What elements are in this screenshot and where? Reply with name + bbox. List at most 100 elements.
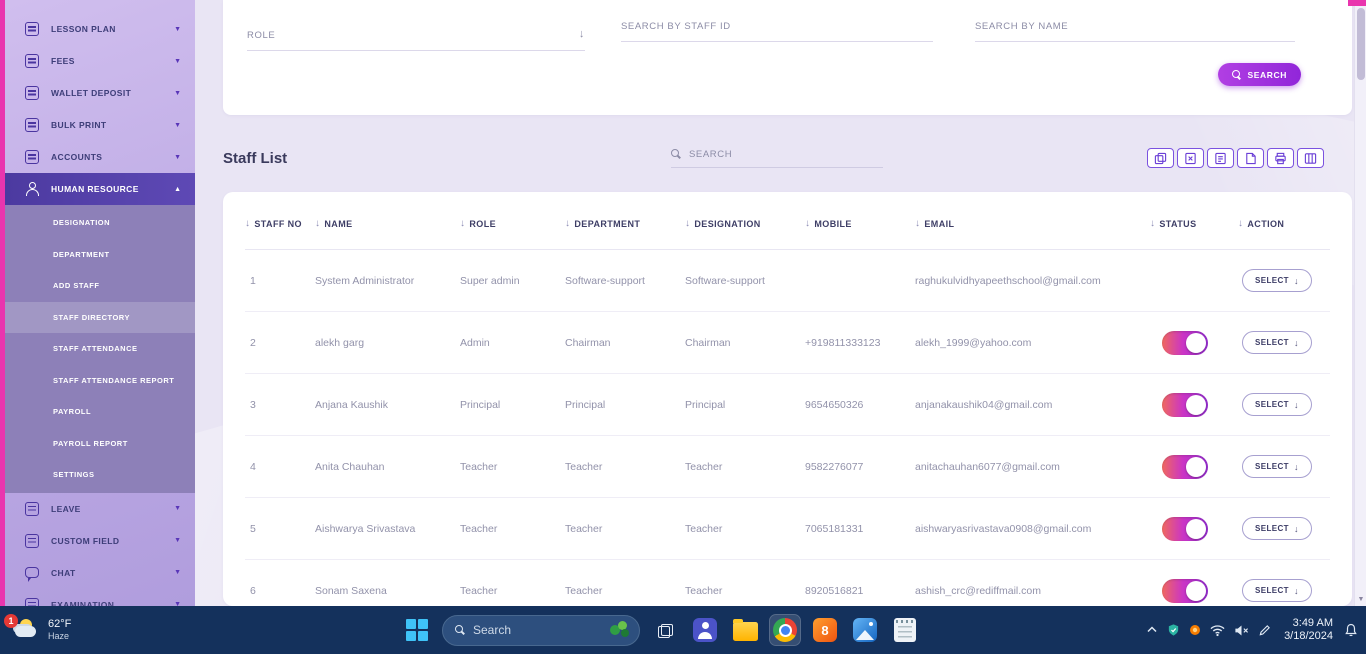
orange-tray-app-icon[interactable] bbox=[1189, 624, 1201, 636]
sidebar-item-bulk-print[interactable]: BULK PRINT▼ bbox=[5, 109, 195, 141]
column-header-department[interactable]: ↓DEPARTMENT bbox=[565, 218, 685, 229]
column-header-email[interactable]: ↓EMAIL bbox=[915, 218, 1150, 229]
sort-arrow-icon: ↓ bbox=[565, 218, 570, 229]
sidebar-subitem-staff-attendance-report[interactable]: STAFF ATTENDANCE REPORT bbox=[5, 365, 195, 397]
notepad-icon bbox=[894, 618, 916, 642]
search-icon bbox=[671, 149, 681, 159]
sidebar-item-label: FEES bbox=[51, 56, 174, 66]
staff-list-header: Staff List bbox=[223, 139, 1352, 177]
sidebar-subitem-department[interactable]: DEPARTMENT bbox=[5, 239, 195, 271]
column-header-designation[interactable]: ↓DESIGNATION bbox=[685, 218, 805, 229]
designation-cell: Chairman bbox=[685, 337, 805, 349]
export-toolbar bbox=[1147, 148, 1324, 168]
notepad-button[interactable] bbox=[890, 615, 920, 645]
table-search-input[interactable] bbox=[689, 149, 883, 159]
security-shield-icon[interactable] bbox=[1167, 623, 1180, 637]
table-row: 4Anita ChauhanTeacherTeacherTeacher95822… bbox=[245, 436, 1330, 498]
sort-arrow-icon: ↓ bbox=[1238, 218, 1243, 229]
column-header-name[interactable]: ↓NAME bbox=[315, 218, 460, 229]
sidebar-item-leave[interactable]: LEAVE▼ bbox=[5, 493, 195, 525]
windows-logo-icon bbox=[406, 619, 428, 641]
export-csv-button[interactable] bbox=[1207, 148, 1234, 168]
chevron-down-icon: ↓ bbox=[1294, 463, 1299, 471]
action-cell: SELECT↓ bbox=[1238, 393, 1330, 416]
select-button[interactable]: SELECT↓ bbox=[1242, 517, 1312, 540]
sidebar-item-lesson-plan[interactable]: LESSON PLAN▼ bbox=[5, 13, 195, 45]
department-cell: Teacher bbox=[565, 585, 685, 597]
examination-icon bbox=[25, 598, 39, 607]
sidebar-item-chat[interactable]: CHAT▼ bbox=[5, 557, 195, 589]
select-button[interactable]: SELECT↓ bbox=[1242, 455, 1312, 478]
chevron-down-icon: ▼ bbox=[174, 505, 181, 512]
wifi-icon[interactable] bbox=[1210, 624, 1225, 637]
role-cell: Super admin bbox=[460, 275, 565, 287]
select-button[interactable]: SELECT↓ bbox=[1242, 269, 1312, 292]
column-header-status[interactable]: ↓STATUS bbox=[1150, 218, 1238, 229]
sidebar-subitem-add-staff[interactable]: ADD STAFF bbox=[5, 270, 195, 302]
taskbar-search-input[interactable] bbox=[473, 623, 600, 637]
export-pdf-button[interactable] bbox=[1237, 148, 1264, 168]
column-header-role[interactable]: ↓ROLE bbox=[460, 218, 565, 229]
sidebar-item-label: ACCOUNTS bbox=[51, 152, 174, 162]
sidebar-subitem-designation[interactable]: DESIGNATION bbox=[5, 207, 195, 239]
sidebar-item-accounts[interactable]: ACCOUNTS▼ bbox=[5, 141, 195, 173]
page-title: Staff List bbox=[223, 150, 287, 167]
column-header-mobile[interactable]: ↓MOBILE bbox=[805, 218, 915, 229]
teams-button[interactable] bbox=[690, 615, 720, 645]
search-icon bbox=[455, 625, 465, 635]
orange-app-button[interactable]: 8 bbox=[810, 615, 840, 645]
sidebar-subitem-payroll-report[interactable]: PAYROLL REPORT bbox=[5, 428, 195, 460]
select-button[interactable]: SELECT↓ bbox=[1242, 579, 1312, 602]
export-columns-button[interactable] bbox=[1297, 148, 1324, 168]
sidebar-subitem-staff-attendance[interactable]: STAFF ATTENDANCE bbox=[5, 333, 195, 365]
sidebar-subitem-settings[interactable]: SETTINGS bbox=[5, 459, 195, 491]
page-scrollbar[interactable]: ▼ bbox=[1354, 0, 1366, 606]
status-toggle[interactable] bbox=[1162, 455, 1208, 479]
sidebar-item-human-resource[interactable]: HUMAN RESOURCE▲ bbox=[5, 173, 195, 205]
export-print-button[interactable] bbox=[1267, 148, 1294, 168]
weather-widget[interactable]: 1 62°F Haze bbox=[10, 606, 71, 654]
taskbar-search-box[interactable] bbox=[442, 615, 640, 646]
chevron-down-icon: ▼ bbox=[174, 154, 181, 161]
task-view-button[interactable] bbox=[650, 615, 680, 645]
notification-bell-icon[interactable] bbox=[1344, 623, 1358, 637]
scrollbar-thumb[interactable] bbox=[1357, 8, 1365, 80]
table-search-field[interactable] bbox=[671, 149, 883, 168]
column-header-action[interactable]: ↓ACTION bbox=[1238, 218, 1330, 229]
windows-ink-pen-icon[interactable] bbox=[1258, 624, 1271, 637]
sidebar-item-examination[interactable]: EXAMINATION▼ bbox=[5, 589, 195, 607]
select-button[interactable]: SELECT↓ bbox=[1242, 393, 1312, 416]
sidebar-item-custom-field[interactable]: CUSTOM FIELD▼ bbox=[5, 525, 195, 557]
scrollbar-down-arrow-icon[interactable]: ▼ bbox=[1355, 596, 1366, 603]
weather-description: Haze bbox=[48, 631, 71, 642]
status-toggle[interactable] bbox=[1162, 517, 1208, 541]
taskbar-clock[interactable]: 3:49 AM 3/18/2024 bbox=[1284, 617, 1333, 643]
table-row: 3Anjana KaushikPrincipalPrincipalPrincip… bbox=[245, 374, 1330, 436]
start-button[interactable] bbox=[402, 615, 432, 645]
role-dropdown[interactable]: ROLE ↓ bbox=[247, 30, 585, 51]
sidebar-item-wallet-deposit[interactable]: WALLET DEPOSIT▼ bbox=[5, 77, 195, 109]
accounts-icon bbox=[25, 150, 39, 164]
sidebar-subitem-payroll[interactable]: PAYROLL bbox=[5, 396, 195, 428]
status-toggle[interactable] bbox=[1162, 579, 1208, 603]
volume-muted-icon[interactable] bbox=[1234, 624, 1249, 637]
export-copy-button[interactable] bbox=[1147, 148, 1174, 168]
search-by-staff-id-input[interactable] bbox=[621, 21, 933, 42]
chevron-down-icon: ▼ bbox=[174, 122, 181, 129]
sidebar-subitem-staff-directory[interactable]: STAFF DIRECTORY bbox=[5, 302, 195, 334]
chrome-button[interactable] bbox=[770, 615, 800, 645]
role-cell: Teacher bbox=[460, 461, 565, 473]
export-excel-button[interactable] bbox=[1177, 148, 1204, 168]
select-button[interactable]: SELECT↓ bbox=[1242, 331, 1312, 354]
status-toggle[interactable] bbox=[1162, 393, 1208, 417]
sidebar-item-fees[interactable]: FEES▼ bbox=[5, 45, 195, 77]
search-by-name-input[interactable] bbox=[975, 21, 1295, 42]
staff-table-card: ↓STAFF NO↓NAME↓ROLE↓DEPARTMENT↓DESIGNATI… bbox=[223, 192, 1352, 606]
column-header-staff-no[interactable]: ↓STAFF NO bbox=[245, 218, 315, 229]
photos-icon bbox=[853, 618, 877, 642]
chevron-up-icon[interactable] bbox=[1146, 624, 1158, 636]
file-explorer-button[interactable] bbox=[730, 615, 760, 645]
status-toggle[interactable] bbox=[1162, 331, 1208, 355]
search-button[interactable]: SEARCH bbox=[1218, 63, 1302, 86]
photos-button[interactable] bbox=[850, 615, 880, 645]
